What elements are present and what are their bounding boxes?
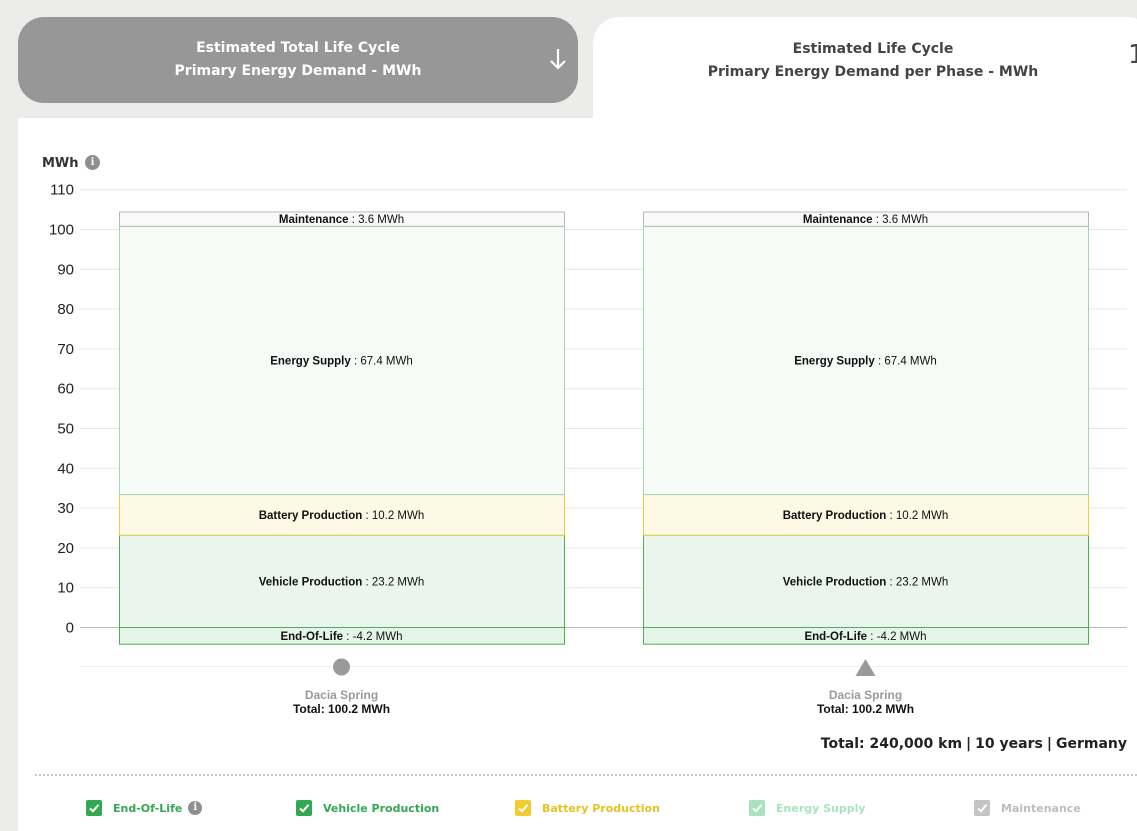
- summary-years: 10 years: [975, 736, 1043, 752]
- checkbox-checked-icon[interactable]: [749, 800, 765, 816]
- data-label: Vehicle Production : 23.2 MWh: [783, 576, 949, 588]
- circle-marker-icon: [333, 658, 350, 676]
- y-tick-label: 70: [57, 341, 74, 358]
- y-tick-label: 30: [57, 500, 74, 517]
- data-label: End-Of-Life : -4.2 MWh: [280, 631, 402, 643]
- checkbox-checked-icon[interactable]: [296, 800, 312, 816]
- info-icon[interactable]: i: [85, 155, 100, 170]
- y-tick-label: 40: [57, 460, 74, 477]
- y-tick-label: 10: [57, 580, 74, 597]
- stacked-bar-chart: 0 10 20 30 40 50 60 70 80 90 100 110 End-Of-Life : -…: [49, 182, 1127, 716]
- y-tick-label: 100: [49, 222, 74, 239]
- y-tick-label: 0: [66, 620, 74, 637]
- y-tick-label: 90: [57, 261, 74, 278]
- y-tick-label: 110: [50, 182, 74, 199]
- data-label: Battery Production : 10.2 MWh: [783, 510, 949, 522]
- divider: [35, 774, 1137, 776]
- data-label: Maintenance : 3.6 MWh: [279, 214, 404, 226]
- data-label: Energy Supply : 67.4 MWh: [794, 355, 937, 367]
- data-label: End-Of-Life : -4.2 MWh: [804, 631, 926, 643]
- y-tick-label: 50: [57, 421, 74, 438]
- y-tick-label: 60: [57, 381, 74, 398]
- x-category-label: Dacia Spring: [829, 688, 902, 702]
- legend-label: End-Of-Life: [113, 801, 183, 815]
- legend-label: Battery Production: [542, 801, 660, 815]
- checkbox-checked-icon[interactable]: [974, 800, 990, 816]
- summary-line: Total: 240,000 km | 10 years | Germany: [820, 736, 1127, 752]
- y-axis-unit-label: MWh: [42, 156, 79, 171]
- data-label: Maintenance : 3.6 MWh: [803, 214, 928, 226]
- legend-item-end-of-life[interactable]: End-Of-Life i: [86, 800, 203, 816]
- legend-item-vehicle-production[interactable]: Vehicle Production: [296, 800, 439, 816]
- summary-country: Germany: [1055, 736, 1127, 752]
- data-label: Vehicle Production : 23.2 MWh: [259, 576, 425, 588]
- data-label: Energy Supply : 67.4 MWh: [270, 355, 413, 367]
- legend-item-energy-supply[interactable]: Energy Supply: [749, 800, 866, 816]
- y-tick-label: 20: [57, 540, 74, 557]
- checkbox-checked-icon[interactable]: [86, 800, 102, 816]
- summary-distance: Total: 240,000 km: [820, 736, 963, 752]
- legend-label: Energy Supply: [776, 801, 866, 815]
- legend-item-battery-production[interactable]: Battery Production: [515, 800, 660, 816]
- x-category-label: Dacia Spring: [305, 688, 378, 702]
- checkbox-checked-icon[interactable]: [515, 800, 531, 816]
- x-category-total: Total: 100.2 MWh: [817, 702, 914, 716]
- legend-item-maintenance[interactable]: Maintenance: [974, 800, 1081, 816]
- legend-label: Vehicle Production: [323, 801, 440, 815]
- y-tick-label: 80: [57, 301, 74, 318]
- triangle-marker-icon: [855, 659, 876, 676]
- legend-label: Maintenance: [1001, 801, 1081, 815]
- x-category-total: Total: 100.2 MWh: [293, 702, 390, 716]
- legend: End-Of-Life i Vehicle Production Battery…: [0, 800, 1137, 820]
- info-icon[interactable]: i: [188, 801, 203, 815]
- data-label: Battery Production : 10.2 MWh: [259, 510, 425, 522]
